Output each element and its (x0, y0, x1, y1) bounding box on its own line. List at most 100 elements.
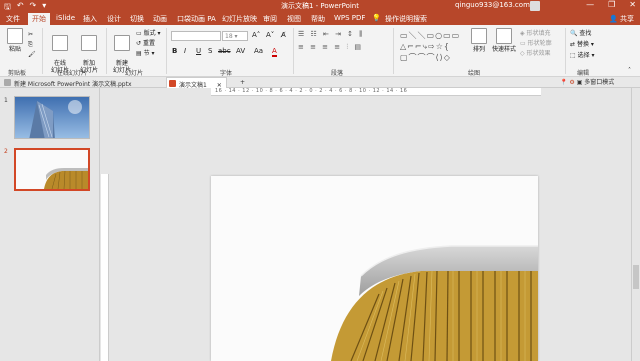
slide-canvas[interactable] (211, 176, 538, 361)
shape-fill-button[interactable]: ◈ 形状填充 (520, 30, 551, 38)
tab-view[interactable]: 视图 (287, 14, 301, 24)
shapes-gallery[interactable]: ▭＼＼▭○▭▭ △⌐⌐⤷⇨☆{▢⌒⌒⌒⟨⟩◇ (400, 30, 466, 64)
arrange-icon (471, 28, 487, 44)
pin-icon[interactable]: 📍 (560, 79, 567, 86)
copy-icon[interactable]: ⎘ (28, 41, 33, 49)
restore-button[interactable]: ❐ (608, 0, 615, 9)
tab-file[interactable]: 文件 (6, 14, 20, 24)
share-button[interactable]: 👤 共享 (609, 14, 634, 24)
paste-button[interactable]: 粘贴 (4, 28, 26, 53)
font-name-field[interactable] (171, 31, 221, 41)
clipboard-icon (7, 28, 23, 44)
underline-button[interactable]: U (196, 47, 201, 55)
format-painter-icon[interactable]: 🖌 (28, 51, 36, 59)
tab-design[interactable]: 设计 (107, 14, 121, 24)
slides-group-label: 幻灯片 (125, 70, 144, 77)
tab-review[interactable]: 审阅 (263, 14, 277, 24)
tab-transitions[interactable]: 切换 (130, 14, 144, 24)
group-divider (106, 28, 107, 74)
slide-number: 1 (4, 97, 8, 104)
shrink-font-icon[interactable]: A˅ (266, 31, 274, 39)
share-label: 共享 (620, 15, 634, 23)
editing-group-label: 编辑 (577, 70, 590, 77)
close-button[interactable]: ✕ (629, 0, 636, 9)
window-title: 演示文稿1 - PowerPoint (281, 2, 359, 10)
list-buttons[interactable]: ☰ ☷ ⇤ ⇥ ↕ ⫼ (298, 30, 365, 39)
new-slide-icon (114, 35, 130, 51)
slide-thumbnail-2[interactable] (14, 148, 90, 191)
add-slide-icon (81, 35, 97, 51)
layout-button[interactable]: ▭ 版式 ▾ (136, 30, 161, 38)
tab-insert[interactable]: 插入 (83, 14, 97, 24)
shape-outline-button[interactable]: ▭ 形状轮廓 (520, 40, 552, 48)
multi-window-button[interactable]: ▣ 多窗口模式 (577, 79, 615, 86)
vertical-scrollbar[interactable] (631, 88, 640, 361)
group-divider (42, 28, 43, 74)
avatar[interactable] (530, 1, 540, 11)
add-tab-button[interactable]: + (236, 77, 249, 88)
building-facade-thumb (16, 150, 88, 189)
settings-icon[interactable]: ⚙ (569, 79, 574, 86)
shadow-text-button[interactable]: S (208, 47, 212, 55)
font-group-label: 字体 (220, 70, 233, 77)
tab-animations[interactable]: 动画 (153, 14, 167, 24)
tab-help[interactable]: 帮助 (311, 14, 325, 24)
group-divider (293, 28, 294, 74)
doc-tab-new-file[interactable]: 新建 Microsoft PowerPoint 演示文稿.pptx (2, 77, 136, 88)
scrollbar-thumb[interactable] (633, 265, 639, 289)
collapse-ribbon-icon[interactable]: ˄ (628, 67, 631, 75)
italic-button[interactable]: I (184, 47, 186, 55)
tab-home[interactable]: 开始 (28, 13, 50, 25)
building-sky-image (15, 97, 89, 138)
select-button[interactable]: ⬚ 选择 ▾ (570, 52, 595, 60)
replace-button[interactable]: ⇄ 替换 ▾ (570, 41, 594, 49)
slide-number: 2 (4, 148, 8, 155)
change-case-button[interactable]: Aa (254, 47, 263, 55)
tell-me-search[interactable]: 操作说明搜索 (385, 14, 427, 24)
file-icon (4, 79, 11, 86)
bold-button[interactable]: B (172, 47, 177, 55)
shape-effects-button[interactable]: ◇ 形状效果 (520, 50, 551, 58)
drawing-group-label: 绘图 (468, 70, 481, 77)
section-button[interactable]: ▤ 节 ▾ (136, 50, 155, 58)
shape-fill-label: 形状填充 (526, 30, 551, 37)
find-button[interactable]: 🔍 查找 (570, 30, 591, 38)
ribbon-tabs: 文件 开始 iSlide 插入 设计 切换 动画 口袋动画 PA 幻灯片放映 审… (0, 12, 640, 25)
tab-islide[interactable]: iSlide (56, 14, 75, 22)
section-label: 节 (143, 50, 150, 57)
paragraph-group-label: 段落 (331, 70, 344, 77)
grow-font-icon[interactable]: A˄ (252, 31, 260, 39)
tab-wps-pdf[interactable]: WPS PDF (334, 14, 365, 22)
cut-icon[interactable]: ✂ (28, 31, 33, 39)
select-label: 选择 (577, 52, 590, 59)
account-email[interactable]: qinguo933@163.com (455, 1, 530, 9)
horizontal-ruler: 16 · 14 · 12 · 10 · 8 · 6 · 4 · 2 · 0 · … (211, 88, 541, 96)
quick-styles-icon (496, 28, 512, 44)
arrange-button[interactable]: 排列 (470, 28, 488, 53)
title-bar: 🖫 ↶ ↷ ▾ 演示文稿1 - PowerPoint qinguo933@163… (0, 0, 640, 12)
strikethrough-button[interactable]: abc (218, 47, 231, 55)
powerpoint-icon (169, 80, 176, 87)
tab-pocket-animation[interactable]: 口袋动画 PA (177, 14, 216, 24)
arrange-label: 排列 (472, 46, 485, 53)
slide-thumbnail-1[interactable] (14, 96, 90, 139)
font-color-button[interactable]: A (272, 47, 277, 57)
quick-styles-button[interactable]: 快速样式 (490, 28, 518, 53)
font-size-field[interactable]: 18 ▾ (222, 31, 248, 41)
paste-label: 粘贴 (8, 46, 21, 53)
doc-tab-active[interactable]: 演示文稿1 ✕ (166, 77, 227, 89)
quick-styles-label: 快速样式 (491, 46, 516, 53)
clear-format-icon[interactable]: A̸ (281, 31, 286, 39)
group-divider (393, 28, 394, 74)
building-facade-image (211, 176, 538, 361)
minimize-button[interactable]: — (586, 0, 594, 9)
slide-thumbnail-pane: 1 2 (0, 88, 100, 361)
lightbulb-icon: 💡 (372, 14, 381, 22)
find-label: 查找 (579, 30, 592, 37)
multi-window-label: 多窗口模式 (584, 79, 615, 86)
online-slides-group-label: 在线幻灯片 (57, 70, 88, 77)
align-buttons[interactable]: ≡ ≡ ≡ ≡ ⫶ ▤ (298, 43, 363, 52)
tab-slideshow[interactable]: 幻灯片放映 (222, 14, 257, 24)
char-spacing-button[interactable]: AV (236, 47, 245, 55)
reset-button[interactable]: ↺ 重置 (136, 40, 155, 48)
